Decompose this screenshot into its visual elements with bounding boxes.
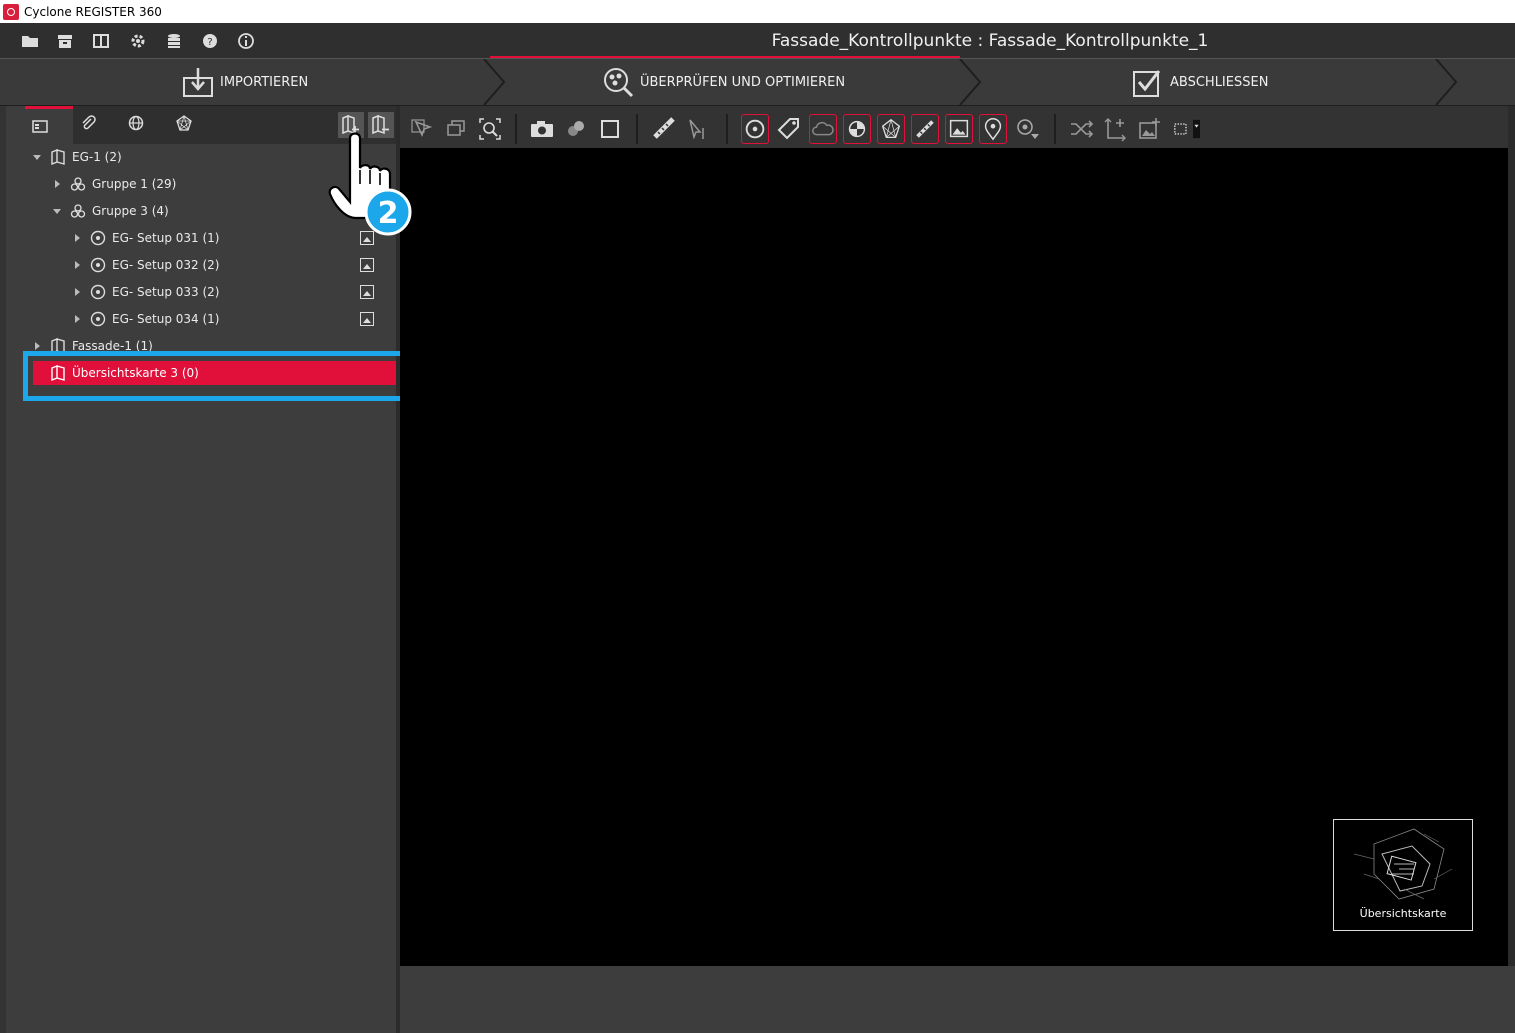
tree-item-label: EG- Setup 034 (1) <box>112 312 220 326</box>
archive-icon[interactable] <box>56 32 74 50</box>
setup-visibility-icon[interactable] <box>741 114 769 144</box>
collapse-icon[interactable] <box>32 151 44 163</box>
selection-box-dropdown-icon[interactable] <box>1172 114 1200 144</box>
map-icon <box>51 149 65 165</box>
group-icon <box>70 204 86 218</box>
svg-text:?: ? <box>207 37 212 48</box>
workflow-bar: IMPORTIEREN ÜBERPRÜFEN UND OPTIMIEREN AB… <box>0 58 1515 106</box>
window-title: Cyclone REGISTER 360 <box>24 4 162 19</box>
step-import-label: IMPORTIEREN <box>220 74 309 90</box>
expand-icon[interactable] <box>52 178 64 190</box>
setup-icon <box>90 284 106 300</box>
database-icon[interactable] <box>165 32 183 50</box>
toolbar-separator <box>1054 114 1056 144</box>
step-finalize-label: ABSCHLIESSEN <box>1170 74 1269 90</box>
measure-icon[interactable] <box>650 114 678 144</box>
gear-icon[interactable] <box>129 32 147 50</box>
tree-item-label: EG- Setup 033 (2) <box>112 285 220 299</box>
image-visibility-icon[interactable] <box>945 114 973 144</box>
step-import[interactable]: IMPORTIEREN <box>182 59 308 105</box>
overview-map-thumbnail[interactable]: Übersichtskarte <box>1333 819 1473 931</box>
tree-item-setup034[interactable]: EG- Setup 034 (1) <box>72 308 219 330</box>
pick-point-icon[interactable] <box>684 114 712 144</box>
toolbar-separator <box>726 114 728 144</box>
expand-icon[interactable] <box>72 286 84 298</box>
add-image-icon[interactable] <box>1135 114 1163 144</box>
window-stack-icon[interactable] <box>442 114 470 144</box>
overview-map-label: Übersichtskarte <box>1359 907 1447 920</box>
expand-icon[interactable] <box>72 232 84 244</box>
review-icon <box>604 68 634 98</box>
window-titlebar: Cyclone REGISTER 360 <box>0 0 1515 23</box>
target-visibility-icon[interactable] <box>843 114 871 144</box>
tab-network[interactable] <box>169 106 217 144</box>
tree-item-label: EG- Setup 032 (2) <box>112 258 220 272</box>
collapse-icon[interactable] <box>52 205 64 217</box>
globe-tab-icon <box>128 115 144 131</box>
setup-icon <box>90 257 106 273</box>
help-icon[interactable]: ? <box>201 32 219 50</box>
expand-icon[interactable] <box>72 259 84 271</box>
tree-item-label: Gruppe 3 (4) <box>92 204 169 218</box>
camera-icon[interactable] <box>528 114 556 144</box>
import-icon <box>183 68 213 97</box>
step-separator <box>959 59 982 105</box>
tab-tree[interactable] <box>25 106 73 144</box>
square-icon[interactable] <box>596 114 624 144</box>
image-icon[interactable] <box>360 285 374 299</box>
right-edge <box>1508 106 1515 966</box>
step-separator <box>1435 59 1458 105</box>
open-folder-icon[interactable] <box>21 32 39 50</box>
cloud-visibility-icon[interactable] <box>809 114 837 144</box>
setup-icon <box>90 311 106 327</box>
step-finalize[interactable]: ABSCHLIESSEN <box>1132 59 1268 105</box>
link-visibility-icon[interactable] <box>911 114 939 144</box>
step-review[interactable]: ÜBERPRÜFEN UND OPTIMIEREN <box>602 59 845 105</box>
info-icon[interactable] <box>237 32 255 50</box>
tree-item-setup033[interactable]: EG- Setup 033 (2) <box>72 281 219 303</box>
overview-map-preview <box>1353 828 1453 900</box>
book-icon[interactable] <box>92 32 110 50</box>
tree-item-eg1[interactable]: EG-1 (2) <box>32 146 122 168</box>
image-icon[interactable] <box>360 312 374 326</box>
zoom-extents-icon[interactable] <box>476 114 504 144</box>
network-tab-icon <box>176 115 192 131</box>
tag-icon[interactable] <box>775 114 803 144</box>
setup-icon <box>90 230 106 246</box>
image-icon[interactable] <box>360 258 374 272</box>
clouds-icon[interactable] <box>562 114 590 144</box>
tree-item-gruppe1[interactable]: Gruppe 1 (29) <box>52 173 176 195</box>
finalize-icon <box>1133 70 1161 97</box>
tab-attachments[interactable] <box>73 106 121 144</box>
step-separator <box>483 59 506 105</box>
app-logo-icon <box>3 3 19 20</box>
tree-item-label: EG- Setup 031 (1) <box>112 231 220 245</box>
step-review-label: ÜBERPRÜFEN UND OPTIMIEREN <box>640 74 846 90</box>
tab-globe[interactable] <box>121 106 169 144</box>
tree-item-label: Gruppe 1 (29) <box>92 177 177 191</box>
tree-item-setup031[interactable]: EG- Setup 031 (1) <box>72 227 219 249</box>
toolbar-separator <box>636 114 638 144</box>
project-tree <box>25 144 396 1033</box>
tree-item-setup032[interactable]: EG- Setup 032 (2) <box>72 254 219 276</box>
step-number-badge: 2 <box>378 196 399 231</box>
geo-pin-dropdown-icon[interactable] <box>1013 114 1041 144</box>
bottom-panel <box>400 966 1515 1033</box>
project-title: Fassade_Kontrollpunkte : Fassade_Kontrol… <box>771 31 1209 51</box>
viewer-toolbar <box>400 106 1515 148</box>
group-icon <box>70 177 86 191</box>
attachment-tab-icon <box>82 115 96 130</box>
expand-icon[interactable] <box>72 313 84 325</box>
shuffle-icon[interactable] <box>1067 114 1095 144</box>
tree-tab-icon <box>32 120 48 133</box>
pointer-hand-icon: 2 <box>328 132 412 236</box>
tutorial-highlight-box <box>23 351 409 401</box>
tree-item-label: EG-1 (2) <box>72 150 122 164</box>
add-axis-icon[interactable] <box>1101 114 1129 144</box>
tree-item-gruppe3[interactable]: Gruppe 3 (4) <box>52 200 169 222</box>
network-visibility-icon[interactable] <box>877 114 905 144</box>
toolbar-separator <box>515 114 517 144</box>
menubar: ? Fassade_Kontrollpunkte : Fassade_Kontr… <box>0 23 1515 59</box>
location-pin-icon[interactable] <box>979 114 1007 144</box>
